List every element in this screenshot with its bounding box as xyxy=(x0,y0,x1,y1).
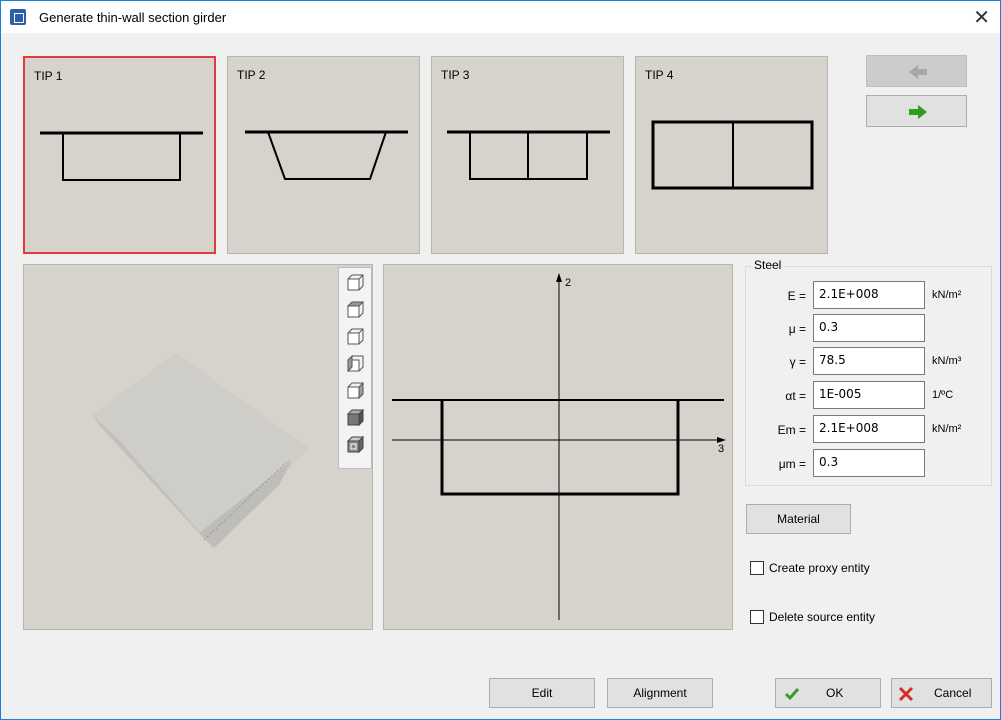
alignment-button[interactable]: Alignment xyxy=(607,678,713,708)
tip-4-section-drawing xyxy=(651,120,814,190)
view-right-icon[interactable] xyxy=(346,355,364,373)
title-bar: Generate thin-wall section girder ✕ xyxy=(1,1,1000,33)
cancel-button[interactable]: Cancel xyxy=(891,678,992,708)
tip-2-section-drawing xyxy=(245,130,408,180)
em-field[interactable]: 2.1E+008 xyxy=(813,415,925,443)
view-shaded-icon[interactable] xyxy=(346,409,364,427)
next-button[interactable] xyxy=(866,95,967,127)
3d-preview-panel[interactable] xyxy=(23,264,373,630)
section-drawing xyxy=(392,273,726,620)
tip-3-section-drawing xyxy=(447,130,610,180)
ok-label: OK xyxy=(826,686,844,700)
view-wire-shaded-icon[interactable] xyxy=(346,436,364,454)
check-icon xyxy=(784,688,800,701)
view-front-icon[interactable] xyxy=(346,301,364,319)
em-label: Em = xyxy=(777,423,806,437)
cancel-label: Cancel xyxy=(934,686,972,700)
alpha-t-field[interactable]: 1E-005 xyxy=(813,381,925,409)
alpha-t-label: αt = xyxy=(785,389,806,403)
create-proxy-label: Create proxy entity xyxy=(769,561,870,575)
mu-m-field[interactable]: 0.3 xyxy=(813,449,925,477)
e-label: E = xyxy=(787,289,806,303)
ok-button[interactable]: OK xyxy=(775,678,881,708)
gamma-field[interactable]: 78.5 xyxy=(813,347,925,375)
axis-label-3: 3 xyxy=(718,443,725,455)
tip-4-thumbnail[interactable]: TIP 4 xyxy=(635,56,828,254)
delete-source-label: Delete source entity xyxy=(769,610,876,624)
tip-2-thumbnail[interactable]: TIP 2 xyxy=(227,56,420,254)
view-back-icon[interactable] xyxy=(346,382,364,400)
view-top-icon[interactable] xyxy=(346,274,364,292)
3d-girder-model xyxy=(92,353,309,548)
tip-1-thumbnail[interactable]: TIP 1 xyxy=(23,56,216,254)
axis-label-2: 2 xyxy=(565,277,572,289)
material-button[interactable]: Material xyxy=(746,504,851,534)
app-icon xyxy=(10,9,26,25)
arrow-right-icon xyxy=(909,105,927,119)
view-toolbar xyxy=(338,267,372,469)
mu-field[interactable]: 0.3 xyxy=(813,314,925,342)
tip-1-section-drawing xyxy=(40,131,203,181)
e-field[interactable]: 2.1E+008 xyxy=(813,281,925,309)
mu-m-label: μm = xyxy=(778,457,806,471)
close-icon[interactable]: ✕ xyxy=(973,5,990,29)
create-proxy-checkbox[interactable] xyxy=(750,561,764,575)
em-unit: kN/m² xyxy=(932,423,962,435)
gamma-label: γ = xyxy=(789,355,806,369)
section-view-panel[interactable]: 2 3 xyxy=(383,264,733,630)
gamma-unit: kN/m³ xyxy=(932,355,962,367)
delete-source-checkbox[interactable] xyxy=(750,610,764,624)
alpha-t-unit: 1/ºC xyxy=(932,389,954,401)
mu-label: μ = xyxy=(788,322,806,336)
window-title: Generate thin-wall section girder xyxy=(39,10,227,25)
edit-button[interactable]: Edit xyxy=(489,678,595,708)
e-unit: kN/m² xyxy=(932,289,962,301)
steel-group-title: Steel xyxy=(751,258,785,272)
arrow-left-icon xyxy=(909,65,927,79)
view-left-icon[interactable] xyxy=(346,328,364,346)
cancel-x-icon xyxy=(898,686,914,702)
tip-3-thumbnail[interactable]: TIP 3 xyxy=(431,56,624,254)
previous-button[interactable] xyxy=(866,55,967,87)
